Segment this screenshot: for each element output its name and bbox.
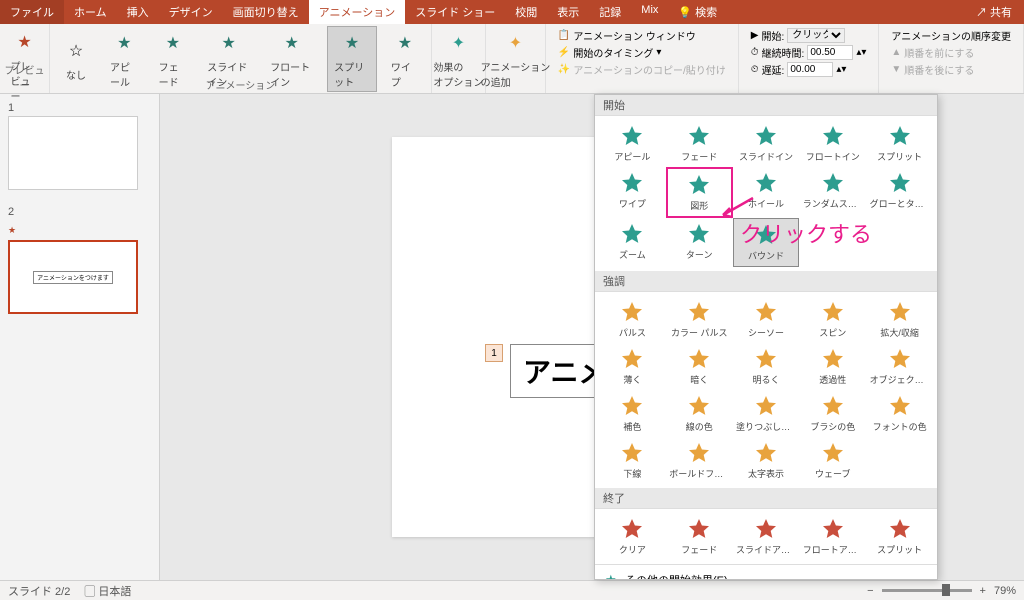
share-button[interactable]: ↗ 共有 — [964, 0, 1024, 24]
tab-記録[interactable]: 記録 — [589, 0, 631, 24]
move-later: ▼ 順番を後にする — [891, 62, 1011, 77]
gallery-item-塗りつぶしの色[interactable]: 塗りつぶしの色 — [733, 390, 800, 437]
gallery-item-ズーム[interactable]: ズーム — [599, 218, 666, 267]
tab-ホーム[interactable]: ホーム — [64, 0, 117, 24]
add-animation-button[interactable]: ✦アニメーション の追加 — [475, 27, 557, 91]
trigger-menu[interactable]: ⚡ 開始のタイミング ▾ — [558, 45, 726, 60]
gallery-item-アピール[interactable]: アピール — [599, 120, 666, 167]
gallery-item-フロートアウト[interactable]: フロートアウト — [799, 513, 866, 560]
reorder-title: アニメーションの順序変更 — [891, 28, 1011, 43]
gallery-item-グローとターン[interactable]: グローとターン — [866, 167, 933, 218]
gallery-item-ターン[interactable]: ターン — [666, 218, 733, 267]
gallery-item-ウェーブ[interactable]: ウェーブ — [799, 437, 866, 484]
zoom-slider[interactable] — [882, 589, 972, 592]
gallery-item-オブジェクト ...[interactable]: オブジェクト ... — [866, 343, 933, 390]
zoom-level[interactable]: 79% — [994, 585, 1016, 597]
duration-input[interactable]: ⏱ 継続時間: ▴▾ — [751, 45, 867, 60]
gallery-item-フォントの色[interactable]: フォントの色 — [866, 390, 933, 437]
ribbon: ★プレビュー プレビュー ☆なし★アピール★フェード★スライドイン★フロートイン… — [0, 24, 1024, 94]
tab-ファイル[interactable]: ファイル — [0, 0, 64, 24]
gallery-item-補色[interactable]: 補色 — [599, 390, 666, 437]
gallery-item-フロートイン[interactable]: フロートイン — [799, 120, 866, 167]
gallery-item-明るく[interactable]: 明るく — [733, 343, 800, 390]
gallery-item-ボールドフラ...[interactable]: ボールドフラ... — [666, 437, 733, 484]
gallery-item-スプリット[interactable]: スプリット — [866, 513, 933, 560]
gallery-item-スプリット[interactable]: スプリット — [866, 120, 933, 167]
gallery-item-シーソー[interactable]: シーソー — [733, 296, 800, 343]
gallery-item-ワイプ[interactable]: ワイプ — [599, 167, 666, 218]
gallery-item-線の色[interactable]: 線の色 — [666, 390, 733, 437]
animation-painter: ✨ アニメーションのコピー/貼り付け — [558, 62, 726, 77]
gallery-header-entrance: 開始 — [595, 95, 937, 116]
slide-thumbnails: 1 2★ アニメーションをつけます — [0, 94, 160, 580]
thumb-2[interactable]: 2★ アニメーションをつけます — [8, 202, 151, 314]
gallery-link[interactable]: ★その他の開始効果(E)... — [595, 569, 937, 580]
gallery-header-emphasis: 強調 — [595, 271, 937, 292]
tab-デザイン[interactable]: デザイン — [159, 0, 223, 24]
gallery-item-スピン[interactable]: スピン — [799, 296, 866, 343]
thumb-1[interactable]: 1 — [8, 102, 151, 190]
animation-gallery: 開始アピールフェードスライドインフロートインスプリットワイプ図形ホイールランダム… — [594, 94, 938, 580]
gallery-header-exit: 終了 — [595, 488, 937, 509]
gallery-item-下線[interactable]: 下線 — [599, 437, 666, 484]
preview-group-label: プレビュー — [0, 62, 49, 92]
gallery-item-パルス[interactable]: パルス — [599, 296, 666, 343]
gallery-item-拡大/収縮[interactable]: 拡大/収縮 — [866, 296, 933, 343]
gallery-item-カラー パルス[interactable]: カラー パルス — [666, 296, 733, 343]
gallery-item-ブラシの色[interactable]: ブラシの色 — [799, 390, 866, 437]
animation-pane-link[interactable]: 📋 アニメーション ウィンドウ — [558, 28, 726, 43]
gallery-item-暗く[interactable]: 暗く — [666, 343, 733, 390]
gallery-item-透過性[interactable]: 透過性 — [799, 343, 866, 390]
gallery-item-フェード[interactable]: フェード — [666, 120, 733, 167]
slide-counter: スライド 2/2 — [8, 583, 70, 599]
tab-表示[interactable]: 表示 — [547, 0, 589, 24]
gallery-item-フェード[interactable]: フェード — [666, 513, 733, 560]
delay-input[interactable]: ⏲ 遅延: ▴▾ — [751, 62, 867, 77]
tab-挿入[interactable]: 挿入 — [117, 0, 159, 24]
gallery-item-クリア[interactable]: クリア — [599, 513, 666, 560]
annotation-text: クリックする — [740, 217, 872, 249]
animation-order-tag[interactable]: 1 — [485, 344, 503, 362]
gallery-item-薄く[interactable]: 薄く — [599, 343, 666, 390]
tab-アニメーション[interactable]: アニメーション — [309, 0, 406, 24]
status-bar: スライド 2/2 ▢ 日本語 − + 79% — [0, 580, 1024, 600]
language-indicator[interactable]: ▢ 日本語 — [84, 583, 131, 599]
start-select[interactable]: ▶ 開始: クリック時 — [751, 28, 867, 43]
move-earlier: ▲ 順番を前にする — [891, 45, 1011, 60]
tab-画面切り替え[interactable]: 画面切り替え — [223, 0, 309, 24]
tab-スライド ショー[interactable]: スライド ショー — [405, 0, 505, 24]
tab-Mix[interactable]: Mix — [631, 0, 668, 24]
gallery-item-太字表示[interactable]: 太字表示 — [733, 437, 800, 484]
zoom-in[interactable]: + — [980, 585, 986, 597]
search-tab[interactable]: 💡 検索 — [668, 0, 727, 24]
animation-group-label: アニメーション — [50, 77, 431, 92]
gallery-item-スライドアウト[interactable]: スライドアウト — [733, 513, 800, 560]
gallery-item-スライドイン[interactable]: スライドイン — [733, 120, 800, 167]
zoom-out[interactable]: − — [867, 585, 873, 597]
gallery-item-ランダムスト...[interactable]: ランダムスト... — [799, 167, 866, 218]
tab-校閲[interactable]: 校閲 — [505, 0, 547, 24]
ribbon-tabs: ファイルホーム挿入デザイン画面切り替えアニメーションスライド ショー校閲表示記録… — [0, 0, 1024, 24]
